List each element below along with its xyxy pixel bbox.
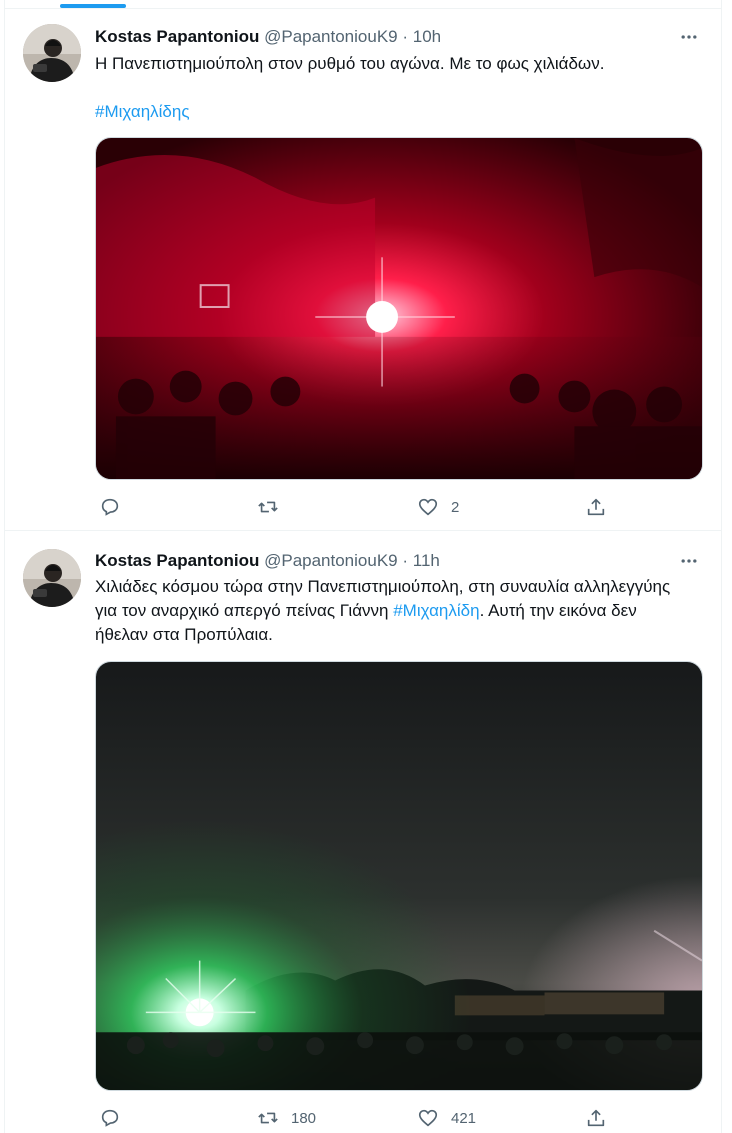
more-icon[interactable] [677,25,701,49]
retweet-button[interactable]: 180 [257,1103,316,1133]
author-handle[interactable]: @PapantoniouK9 [264,27,398,46]
tweet[interactable]: Kostas Papantoniou @PapantoniouK9 · 10h … [5,10,721,531]
separator: · [402,551,409,570]
author-name[interactable]: Kostas Papantoniou [95,27,259,46]
avatar[interactable] [23,24,81,82]
retweet-count: 180 [291,1109,317,1127]
tweet-text: Η Πανεπιστημιούπολη στον ρυθμό του αγώνα… [95,54,605,73]
share-button[interactable] [585,492,607,522]
retweet-icon [258,1112,278,1124]
reply-icon [101,1109,119,1127]
like-button[interactable]: 421 [417,1103,476,1133]
tweet[interactable]: Kostas Papantoniou @PapantoniouK9 · 11h … [5,533,721,1133]
avatar[interactable] [23,549,81,607]
tweet-actions: 180 421 [95,1103,615,1133]
tweet-media-photo[interactable] [95,661,703,1091]
timeline: Kostas Papantoniou @PapantoniouK9 · 10h … [4,0,722,1133]
author-name[interactable]: Kostas Papantoniou [95,551,259,570]
like-count: 421 [451,1109,477,1127]
share-icon [587,1109,605,1127]
share-icon [587,498,605,516]
tweet-header: Kostas Papantoniou @PapantoniouK9 · 11h [95,549,701,573]
timestamp[interactable]: 11h [413,551,440,570]
reply-button[interactable] [99,1103,133,1133]
like-icon [418,1109,438,1127]
tweet-media-photo[interactable] [95,137,703,480]
tweet-actions: 2 [95,492,615,522]
tweet-text: Χιλιάδες κόσμου τώρα στην Πανεπιστημιούπ… [95,575,691,647]
like-button[interactable]: 2 [417,492,459,522]
retweet-icon [258,501,278,513]
timestamp[interactable]: 10h [413,27,441,46]
more-icon[interactable] [677,549,701,573]
hashtag-link[interactable]: #Μιχαηλίδη [393,601,479,620]
hashtag-link[interactable]: #Μιχαηλίδης [95,102,190,121]
like-icon [418,498,438,516]
share-button[interactable] [585,1103,607,1133]
retweet-button[interactable] [257,492,291,522]
divider [5,8,721,9]
separator: · [402,27,409,46]
tweet-header: Kostas Papantoniou @PapantoniouK9 · 10h [95,25,701,49]
reply-icon [101,498,119,516]
like-count: 2 [451,498,460,516]
reply-button[interactable] [99,492,133,522]
author-handle[interactable]: @PapantoniouK9 [264,551,398,570]
